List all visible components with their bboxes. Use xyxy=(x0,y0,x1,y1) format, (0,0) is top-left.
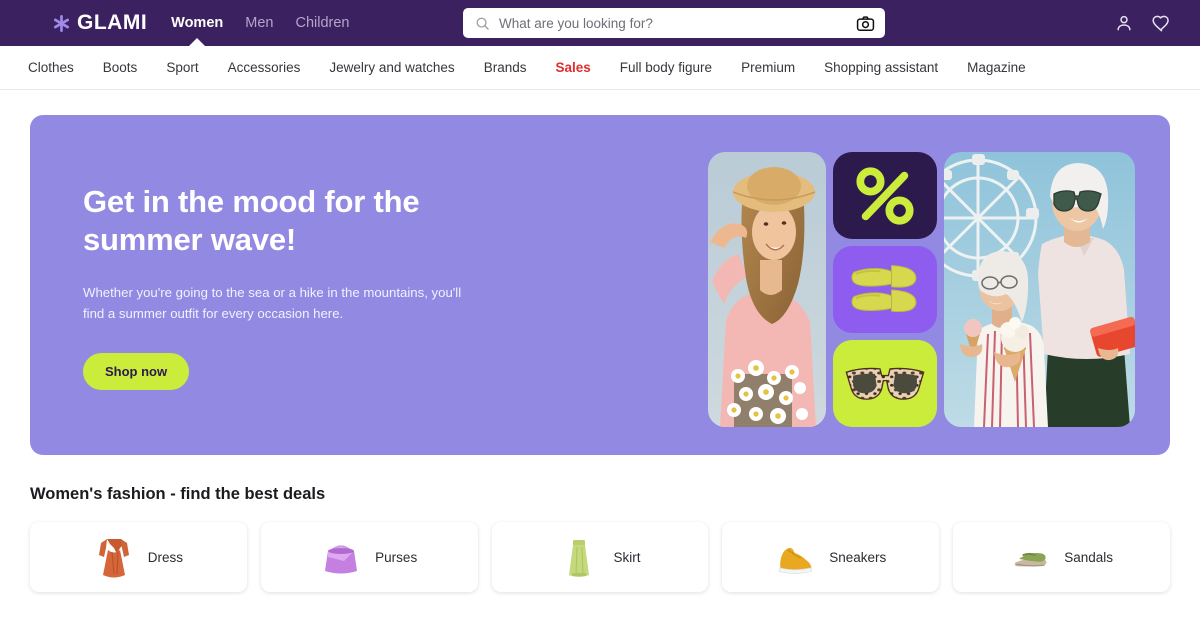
sandals-icon xyxy=(851,264,917,312)
sneaker-icon xyxy=(779,547,812,574)
category-card-purses-label: Purses xyxy=(375,549,418,565)
catnav-item-premium[interactable]: Premium xyxy=(741,60,795,75)
category-card-dress-label: Dress xyxy=(147,549,184,565)
gender-tab-men[interactable]: Men xyxy=(245,0,273,46)
heart-icon[interactable] xyxy=(1151,13,1172,34)
sunglasses-icon xyxy=(845,367,925,400)
sunglasses-tile[interactable] xyxy=(833,340,937,427)
catnav-item-full-body-figure[interactable]: Full body figure xyxy=(620,60,712,75)
catnav-item-sales[interactable]: Sales xyxy=(555,60,590,75)
gender-tab-women[interactable]: Women xyxy=(171,0,224,47)
hero-tile-column xyxy=(833,152,937,427)
catnav-item-boots[interactable]: Boots xyxy=(103,60,138,75)
category-nav: Clothes Boots Sport Accessories Jewelry … xyxy=(0,46,1200,90)
category-card-sneakers[interactable]: Sneakers xyxy=(722,522,940,592)
percent-sale-tile[interactable] xyxy=(833,152,937,239)
hero-collage xyxy=(708,152,1135,427)
category-card-skirt-label: Skirt xyxy=(613,549,641,565)
category-card-sandals[interactable]: Sandals xyxy=(953,522,1170,592)
photo-illustration xyxy=(944,152,1135,427)
search-input[interactable] xyxy=(499,15,856,31)
catnav-item-jewelry-and-watches[interactable]: Jewelry and watches xyxy=(329,60,454,75)
category-card-sandals-label: Sandals xyxy=(1064,549,1113,565)
gender-tab-women-label: Women xyxy=(171,15,224,31)
header-actions xyxy=(1114,0,1172,46)
hero-title-line1: Get in the mood for the xyxy=(83,184,420,219)
catnav-item-accessories[interactable]: Accessories xyxy=(228,60,301,75)
category-card-sneakers-label: Sneakers xyxy=(829,549,887,565)
catnav-item-shopping-assistant[interactable]: Shopping assistant xyxy=(824,60,938,75)
asterisk-icon xyxy=(53,14,70,32)
sandal-icon xyxy=(1014,552,1047,567)
gender-tab-children[interactable]: Children xyxy=(295,0,349,46)
glami-logo[interactable]: GLAMI xyxy=(52,11,147,35)
logo-text: GLAMI xyxy=(77,11,148,34)
photo-illustration xyxy=(708,152,826,427)
two-women-ice-cream-ferris-wheel-photo xyxy=(944,152,1135,427)
gender-nav: Women Men Children xyxy=(171,0,349,47)
hero-title: Get in the mood for the summer wave! xyxy=(83,183,513,259)
category-card-purses[interactable]: Purses xyxy=(260,522,478,592)
purse-icon xyxy=(325,545,358,574)
user-icon[interactable] xyxy=(1114,13,1134,33)
category-cards-row: Dress Purses Skirt Sneakers Sandals xyxy=(30,522,1170,592)
catnav-item-brands[interactable]: Brands xyxy=(484,60,527,75)
category-card-skirt[interactable]: Skirt xyxy=(491,522,709,592)
skirt-icon xyxy=(569,540,590,577)
top-header: GLAMI Women Men Children xyxy=(0,0,1200,47)
search-icon xyxy=(476,17,489,30)
woman-straw-hat-daisies-photo xyxy=(708,152,826,427)
category-card-dress[interactable]: Dress xyxy=(30,522,247,592)
catnav-item-magazine[interactable]: Magazine xyxy=(967,60,1026,75)
search-bar[interactable] xyxy=(463,8,885,38)
hero-banner: Get in the mood for the summer wave! Whe… xyxy=(30,115,1170,455)
deals-section-title: Women's fashion - find the best deals xyxy=(30,485,326,503)
percent-icon xyxy=(856,166,914,225)
dress-icon xyxy=(98,539,129,578)
active-tab-caret-icon xyxy=(188,38,207,47)
camera-icon[interactable] xyxy=(856,14,875,33)
catnav-item-sport[interactable]: Sport xyxy=(166,60,198,75)
catnav-item-clothes[interactable]: Clothes xyxy=(28,60,74,75)
hero-title-line2: summer wave! xyxy=(83,222,296,258)
shop-now-button[interactable]: Shop now xyxy=(83,353,190,391)
hero-subtitle: Whether you're going to the sea or a hik… xyxy=(83,285,462,321)
sandals-tile[interactable] xyxy=(833,246,937,333)
hero-copy: Get in the mood for the summer wave! Whe… xyxy=(83,183,513,391)
